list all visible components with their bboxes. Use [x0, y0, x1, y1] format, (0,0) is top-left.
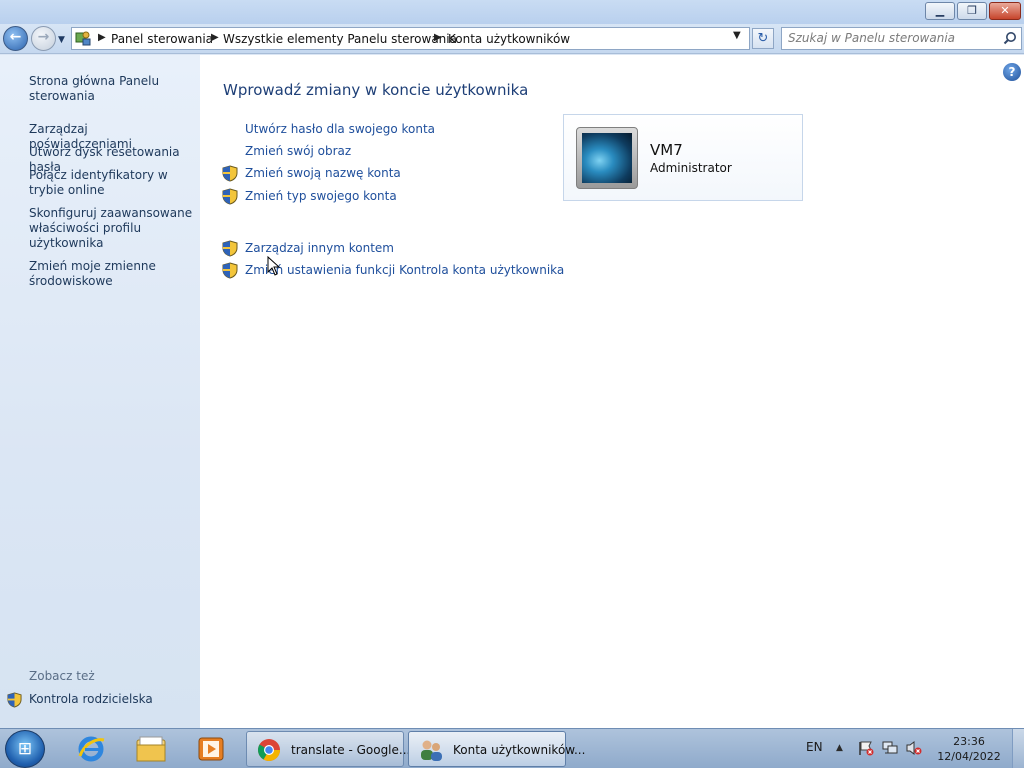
control-panel-icon	[75, 30, 91, 50]
minimize-icon: ▁	[935, 4, 945, 17]
start-button[interactable]: ⊞	[5, 730, 45, 768]
search-box[interactable]	[781, 27, 1022, 50]
forward-arrow-icon: →	[37, 29, 50, 45]
breadcrumb-separator-icon[interactable]: ▶	[211, 32, 219, 43]
uac-settings-link[interactable]: Zmień ustawienia funkcji Kontrola konta …	[245, 263, 564, 277]
main-content: ? Wprowadź zmiany w koncie użytkownika U…	[200, 55, 1024, 728]
windows-logo-icon: ⊞	[17, 739, 33, 759]
sidebar-item-advanced-profile[interactable]: Skonfiguruj zaawansowane właściwości pro…	[29, 206, 194, 251]
chrome-icon	[258, 739, 280, 761]
breadcrumb-user-accounts[interactable]: Konta użytkowników	[448, 32, 570, 46]
back-arrow-icon: ←	[9, 29, 22, 45]
volume-muted-icon[interactable]	[905, 740, 923, 759]
uac-shield-icon	[222, 240, 239, 257]
uac-shield-icon	[7, 692, 22, 711]
internet-explorer-taskbar-button[interactable]	[66, 731, 116, 767]
refresh-icon: ↻	[757, 31, 769, 46]
uac-shield-icon	[222, 188, 239, 205]
breadcrumb-control-panel[interactable]: Panel sterowania	[111, 32, 213, 46]
user-accounts-icon	[421, 740, 442, 761]
taskbar-button-user-accounts[interactable]: Konta użytkowników...	[408, 731, 585, 767]
search-icon[interactable]	[1003, 31, 1017, 49]
user-role: Administrator	[650, 161, 732, 175]
avatar[interactable]	[576, 127, 638, 189]
refresh-button[interactable]: ↻	[752, 28, 774, 49]
media-player-icon	[198, 737, 224, 761]
maximize-button[interactable]: ❐	[957, 2, 987, 20]
clock-date: 12/04/2022	[937, 750, 1001, 763]
language-indicator[interactable]: EN	[806, 740, 823, 754]
taskbar-button-label: translate - Google...	[291, 743, 411, 757]
address-bar[interactable]: ▶ Panel sterowania ▶ Wszystkie elementy …	[71, 27, 750, 50]
create-password-link[interactable]: Utwórz hasło dla swojego konta	[245, 122, 435, 136]
see-also-heading: Zobacz też	[29, 669, 95, 683]
clock-time: 23:36	[953, 735, 985, 748]
explorer-taskbar-button[interactable]	[126, 731, 176, 767]
user-name: VM7	[650, 141, 683, 159]
minimize-button[interactable]: ▁	[925, 2, 955, 20]
taskbar-button-label: Konta użytkowników...	[453, 743, 586, 757]
change-account-type-link[interactable]: Zmień typ swojego konta	[245, 189, 397, 203]
restore-icon: ❐	[967, 4, 977, 17]
parental-controls-link[interactable]: Kontrola rodzicielska	[29, 692, 153, 706]
page-title: Wprowadź zmiany w koncie użytkownika	[223, 81, 529, 99]
help-icon[interactable]: ?	[1003, 63, 1021, 81]
change-picture-link[interactable]: Zmień swój obraz	[245, 144, 351, 158]
sidebar-item-link-online-ids[interactable]: Połącz identyfikatory w trybie online	[29, 168, 194, 198]
uac-shield-icon	[222, 262, 239, 279]
sidebar-item-control-panel-home[interactable]: Strona główna Panelu sterowania	[29, 74, 194, 104]
user-account-card: VM7 Administrator	[563, 114, 803, 201]
system-clock[interactable]: 23:36 12/04/2022	[936, 734, 1002, 764]
user-picture-image	[582, 133, 632, 183]
network-icon[interactable]	[881, 740, 899, 759]
breadcrumb-separator-icon[interactable]: ▶	[434, 32, 442, 43]
change-account-name-link[interactable]: Zmień swoją nazwę konta	[245, 166, 401, 180]
taskbar-button-chrome[interactable]: translate - Google...	[246, 731, 410, 767]
uac-shield-icon	[222, 165, 239, 182]
title-bar: ▁ ❐ ✕	[0, 0, 1024, 24]
folder-icon	[136, 736, 166, 762]
search-input[interactable]	[788, 31, 998, 45]
taskbar: ⊞ translate - Google... Konta użytkownik…	[0, 728, 1024, 768]
sidebar: Strona główna Panelu sterowania Zarządza…	[0, 55, 200, 728]
mouse-cursor-icon	[267, 256, 281, 276]
media-player-taskbar-button[interactable]	[186, 731, 236, 767]
close-button[interactable]: ✕	[989, 2, 1021, 20]
show-desktop-button[interactable]	[1012, 729, 1024, 768]
recent-pages-dropdown-icon[interactable]: ▼	[58, 35, 65, 45]
action-center-flag-icon[interactable]	[858, 740, 874, 759]
close-icon: ✕	[1000, 4, 1010, 17]
address-dropdown-icon[interactable]: ▼	[733, 30, 741, 41]
breadcrumb-all-items[interactable]: Wszystkie elementy Panelu sterowania	[223, 32, 457, 46]
manage-another-account-link[interactable]: Zarządzaj innym kontem	[245, 241, 394, 255]
sidebar-item-environment-variables[interactable]: Zmień moje zmienne środowiskowe	[29, 259, 194, 289]
forward-button[interactable]: →	[31, 26, 56, 51]
internet-explorer-icon	[78, 736, 105, 762]
show-hidden-icons-icon[interactable]: ▲	[836, 743, 843, 753]
back-button[interactable]: ←	[3, 26, 28, 51]
breadcrumb-separator-icon[interactable]: ▶	[98, 32, 106, 43]
